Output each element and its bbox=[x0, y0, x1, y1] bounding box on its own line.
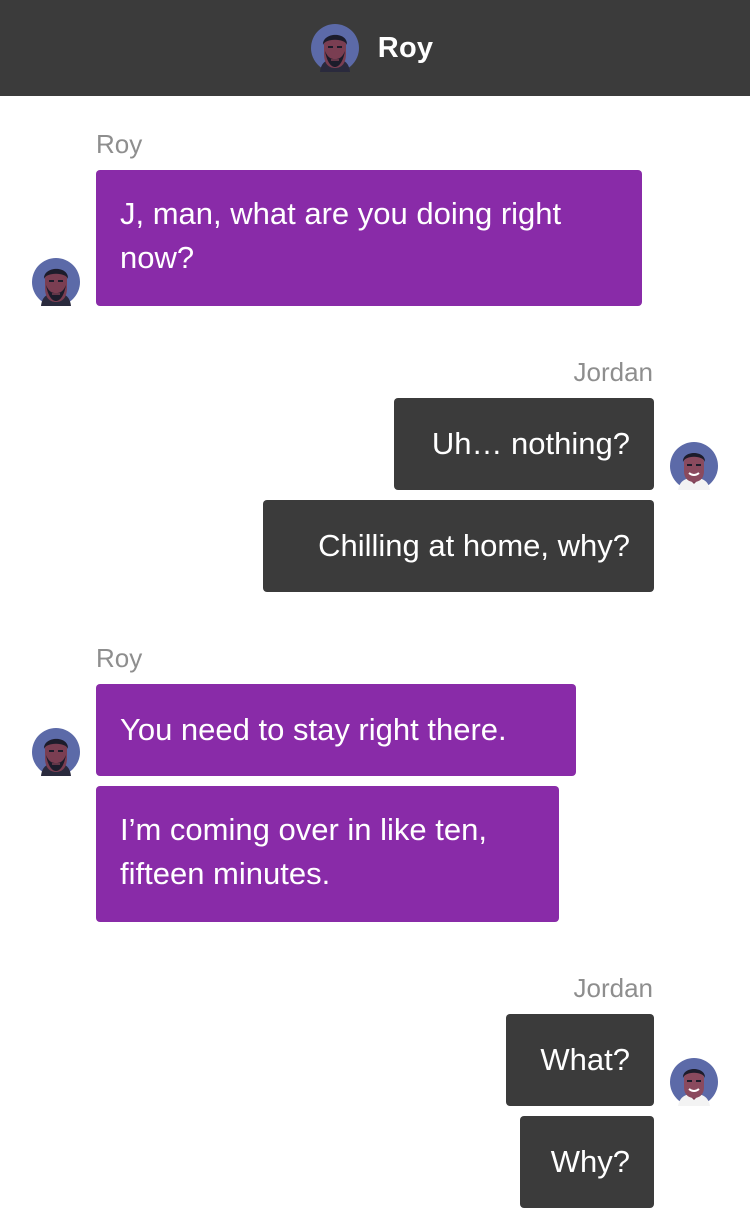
message-bubble-roy[interactable]: You need to stay right there. bbox=[96, 684, 576, 776]
message-bubble-roy[interactable]: I’m coming over in like ten, fifteen min… bbox=[96, 786, 559, 922]
roy-avatar-icon[interactable] bbox=[32, 258, 80, 306]
message-bubble-jordan[interactable]: Why? bbox=[520, 1116, 654, 1208]
sender-label-roy: Roy bbox=[96, 643, 143, 673]
chat-header: Roy bbox=[0, 0, 750, 96]
sender-label-roy: Roy bbox=[96, 129, 143, 159]
sender-label-jordan: Jordan bbox=[573, 357, 654, 387]
header-title: Roy bbox=[377, 31, 434, 64]
message-bubble-jordan[interactable]: Uh… nothing? bbox=[394, 398, 654, 490]
jordan-avatar-icon[interactable] bbox=[670, 1058, 718, 1106]
message-bubble-roy[interactable]: J, man, what are you doing right now? bbox=[96, 170, 642, 306]
roy-avatar-icon[interactable] bbox=[32, 728, 80, 776]
message-bubble-jordan[interactable]: Chilling at home, why? bbox=[263, 500, 654, 592]
jordan-avatar-icon[interactable] bbox=[670, 442, 718, 490]
header-contact[interactable]: Roy bbox=[311, 24, 433, 72]
roy-avatar-icon bbox=[311, 24, 359, 72]
sender-label-jordan: Jordan bbox=[573, 973, 654, 1003]
message-bubble-jordan[interactable]: What? bbox=[506, 1014, 654, 1106]
